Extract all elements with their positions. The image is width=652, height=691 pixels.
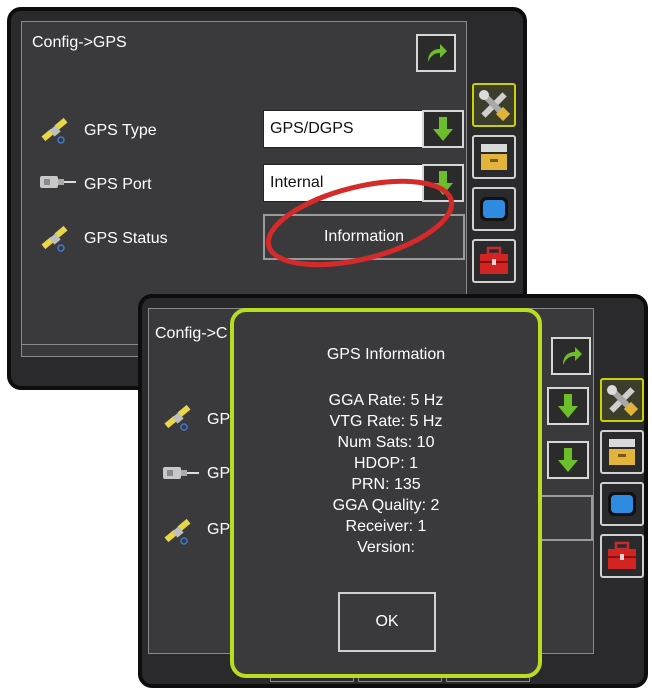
display-icon xyxy=(480,197,508,221)
receiver-line: Receiver: 1 xyxy=(345,518,427,535)
gps-port-dropdown-button-front[interactable] xyxy=(547,441,589,479)
sidebar-tools-button-front[interactable] xyxy=(600,378,644,422)
version-line: Version: xyxy=(357,539,415,556)
gps-type-dropdown-button-front[interactable] xyxy=(547,387,589,425)
display-icon xyxy=(608,492,636,516)
dialog-title: GPS Information xyxy=(326,346,446,363)
page-title: Config->GPS xyxy=(32,34,127,51)
vtg-rate-line: VTG Rate: 5 Hz xyxy=(329,413,443,430)
arrow-down-icon xyxy=(558,448,578,472)
gps-information-dialog: GPS Information GGA Rate: 5 Hz VTG Rate:… xyxy=(230,308,542,678)
gps-type-label: GPS Type xyxy=(84,122,157,139)
gga-quality-line: GGA Quality: 2 xyxy=(332,497,440,514)
back-button-front[interactable] xyxy=(551,337,591,375)
satellite-icon xyxy=(38,222,78,256)
sidebar-toolbox-button-front[interactable] xyxy=(600,534,644,578)
sidebar-toolbox-button[interactable] xyxy=(472,239,516,283)
sidebar-data-button[interactable] xyxy=(472,135,516,179)
ok-button[interactable]: OK xyxy=(338,592,436,652)
page-title-front: Config->C xyxy=(155,325,228,342)
gps-port-label: GPS Port xyxy=(84,176,152,193)
hdop-line: HDOP: 1 xyxy=(353,455,418,472)
gps-type-select[interactable]: GPS/DGPS xyxy=(263,110,423,148)
curved-arrow-icon xyxy=(563,347,582,365)
num-sats-line: Num Sats: 10 xyxy=(337,434,435,451)
tools-icon xyxy=(479,90,511,122)
data-drawer-icon xyxy=(481,144,507,170)
antenna-connector-icon xyxy=(38,170,78,204)
arrow-down-icon xyxy=(433,117,453,141)
toolbox-icon xyxy=(480,246,508,274)
prn-line: PRN: 135 xyxy=(351,476,421,493)
arrow-down-icon xyxy=(558,394,578,418)
gps-type-dropdown-button[interactable] xyxy=(422,110,464,148)
sidebar-display-button[interactable] xyxy=(472,187,516,231)
sidebar-data-button-front[interactable] xyxy=(600,430,644,474)
highlight-ellipse xyxy=(265,178,455,268)
sidebar-tools-button[interactable] xyxy=(472,83,516,127)
tools-icon xyxy=(607,385,639,417)
satellite-icon xyxy=(161,515,201,549)
satellite-icon xyxy=(38,114,78,148)
antenna-connector-icon xyxy=(161,461,201,495)
sidebar-display-button-front[interactable] xyxy=(600,482,644,526)
information-button-front[interactable] xyxy=(535,495,593,541)
back-button[interactable] xyxy=(416,34,456,72)
gps-status-label: GPS Status xyxy=(84,230,168,247)
toolbox-icon xyxy=(608,541,636,569)
satellite-icon xyxy=(161,401,201,435)
curved-arrow-icon xyxy=(428,44,447,62)
gga-rate-line: GGA Rate: 5 Hz xyxy=(328,392,444,409)
data-drawer-icon xyxy=(609,439,635,465)
